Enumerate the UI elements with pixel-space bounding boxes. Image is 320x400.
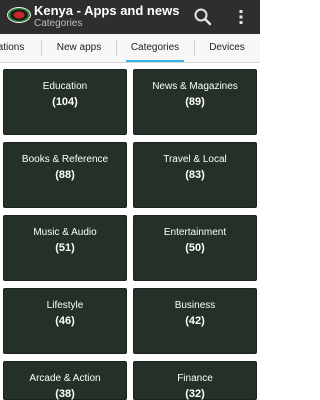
tab-new-apps[interactable]: New apps: [48, 34, 110, 62]
category-count: (38): [55, 388, 75, 400]
overflow-menu-icon: [239, 10, 243, 24]
category-count: (46): [55, 315, 75, 327]
category-name: Arcade & Action: [29, 373, 101, 384]
category-tile-news-magazines[interactable]: News & Magazines (89): [133, 69, 257, 135]
category-count: (51): [55, 242, 75, 254]
category-tile-business[interactable]: Business (42): [133, 288, 257, 354]
category-count: (32): [185, 388, 205, 400]
tab-divider: [116, 40, 117, 56]
category-grid: Education (104) News & Magazines (89) Bo…: [0, 63, 260, 400]
category-name: Business: [174, 300, 216, 311]
kenya-flag-shield-icon: [7, 7, 31, 23]
category-name: Music & Audio: [33, 227, 97, 238]
search-icon: [194, 8, 212, 26]
tab-devices[interactable]: Devices: [200, 34, 254, 62]
category-name: Books & Reference: [21, 154, 109, 165]
category-tile-music-audio[interactable]: Music & Audio (51): [3, 215, 127, 281]
tab-bar: ations New apps Categories Devices: [0, 34, 260, 63]
category-count: (42): [185, 315, 205, 327]
category-name: Travel & Local: [163, 154, 227, 165]
category-count: (88): [55, 169, 75, 181]
category-name: News & Magazines: [152, 81, 238, 92]
tab-recommendations[interactable]: ations: [0, 34, 36, 62]
category-tile-travel-local[interactable]: Travel & Local (83): [133, 142, 257, 208]
category-count: (83): [185, 169, 205, 181]
search-button[interactable]: [192, 6, 214, 28]
app-title: Kenya - Apps and news: [34, 3, 180, 18]
app-subtitle: Categories: [34, 18, 83, 29]
category-tile-entertainment[interactable]: Entertainment (50): [133, 215, 257, 281]
tab-categories[interactable]: Categories: [122, 34, 188, 62]
tab-divider: [194, 40, 195, 56]
category-count: (50): [185, 242, 205, 254]
tab-divider: [41, 40, 42, 56]
category-tile-education[interactable]: Education (104): [3, 69, 127, 135]
category-tile-books-reference[interactable]: Books & Reference (88): [3, 142, 127, 208]
category-name: Lifestyle: [46, 300, 84, 311]
category-tile-lifestyle[interactable]: Lifestyle (46): [3, 288, 127, 354]
category-name: Entertainment: [163, 227, 227, 238]
category-name: Finance: [177, 373, 213, 384]
category-count: (104): [52, 96, 78, 108]
category-name: Education: [42, 81, 88, 92]
category-count: (89): [185, 96, 205, 108]
category-tile-finance[interactable]: Finance (32): [133, 361, 257, 400]
category-tile-arcade-action[interactable]: Arcade & Action (38): [3, 361, 127, 400]
app-bar: Kenya - Apps and news Categories: [0, 0, 260, 34]
overflow-menu-button[interactable]: [230, 6, 252, 28]
